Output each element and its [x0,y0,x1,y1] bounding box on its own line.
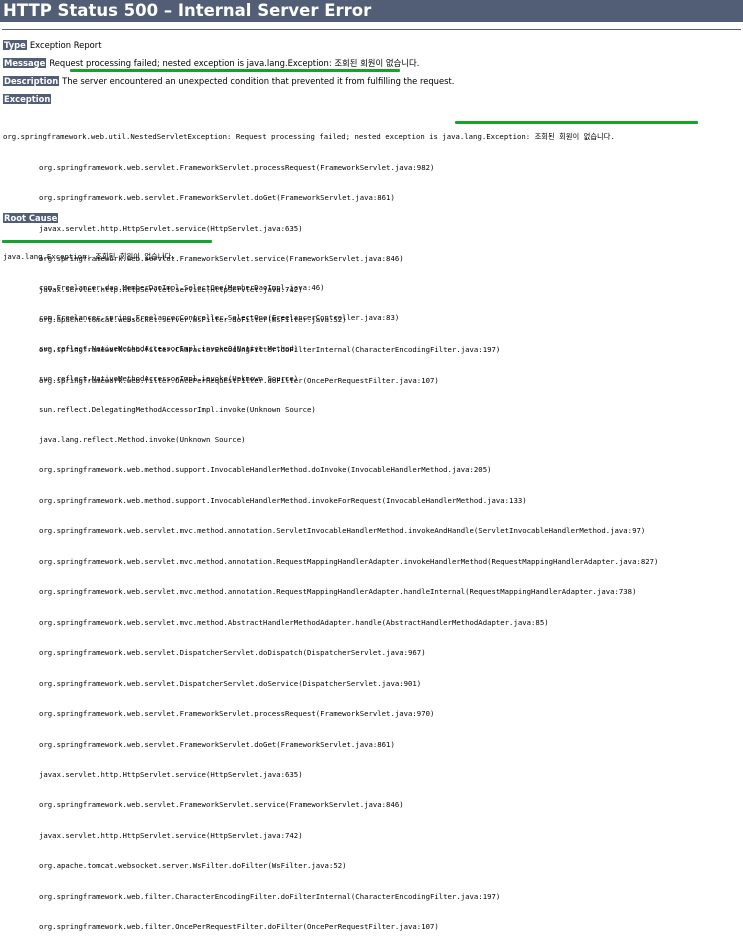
root-cause-trace-line: java.lang.Exception: 조회된 회원이 없습니다. [3,252,176,262]
title-divider [2,29,741,30]
root-cause-trace-line: org.springframework.web.servlet.Dispatch… [39,648,426,658]
root-cause-trace-line: org.springframework.web.servlet.mvc.meth… [39,617,549,627]
root-cause-trace-line: sun.reflect.NativeMethodAccessorImpl.inv… [39,343,299,353]
root-cause-trace-line: com.Freelancer.dao.MemberDaoImpl.SelectO… [39,282,325,292]
type-value: Exception Report [29,40,102,50]
exception-highlight-mark [455,121,698,124]
root-cause-trace-line: org.springframework.web.servlet.Framewor… [39,709,435,719]
page-title: HTTP Status 500 – Internal Server Error [0,0,743,22]
exception-trace-line: org.springframework.web.servlet.Framewor… [39,193,395,203]
message-highlight-mark [70,69,400,72]
root-cause-trace-line: org.springframework.web.filter.Character… [39,891,501,901]
root-cause-trace-line: javax.servlet.http.HttpServlet.service(H… [39,830,303,840]
description-value: The server encountered an unexpected con… [62,76,455,86]
root-cause-trace-line: org.springframework.web.method.support.I… [39,465,492,475]
root-cause-heading: Root Cause [3,213,59,223]
root-cause-trace-line: org.springframework.web.servlet.mvc.meth… [39,556,659,566]
message-label: Message [3,58,47,68]
root-cause-trace-line: org.springframework.web.servlet.mvc.meth… [39,526,646,536]
message-value: Request processing failed; nested except… [49,58,420,68]
root-cause-trace-line: org.springframework.web.method.support.I… [39,495,527,505]
root-cause-trace-line: org.springframework.web.filter.OncePerRe… [39,922,439,932]
exception-heading: Exception [3,94,52,104]
exception-trace-line: org.springframework.web.servlet.Framewor… [39,162,435,172]
exception-heading-row: Exception [3,94,54,105]
root-cause-trace-line: com.Freelancer.spring.FreelancerControll… [39,313,400,323]
exception-trace-line: org.springframework.web.util.NestedServl… [3,132,615,142]
root-cause-trace-line: org.springframework.web.servlet.Framewor… [39,739,395,749]
root-cause-trace-line: sun.reflect.NativeMethodAccessorImpl.inv… [39,374,299,384]
root-cause-trace-line: org.apache.tomcat.websocket.server.WsFil… [39,861,347,871]
message-row: Message Request processing failed; nested… [3,58,419,69]
root-cause-highlight-mark [2,240,212,243]
root-cause-trace-line: org.springframework.web.servlet.Framewor… [39,800,404,810]
root-cause-trace-line: sun.reflect.DelegatingMethodAccessorImpl… [39,404,316,414]
description-row: Description The server encountered an une… [3,76,454,87]
type-label: Type [3,40,27,50]
root-cause-trace-line: java.lang.reflect.Method.invoke(Unknown … [39,435,246,445]
root-cause-trace: java.lang.Exception: 조회된 회원이 없습니다. com.F… [3,232,658,943]
description-label: Description [3,76,60,86]
root-cause-trace-line: org.springframework.web.servlet.mvc.meth… [39,587,637,597]
root-cause-heading-row: Root Cause [3,213,61,224]
root-cause-trace-line: javax.servlet.http.HttpServlet.service(H… [39,770,303,780]
root-cause-trace-line: org.springframework.web.servlet.Dispatch… [39,678,422,688]
type-row: Type Exception Report [3,40,102,51]
